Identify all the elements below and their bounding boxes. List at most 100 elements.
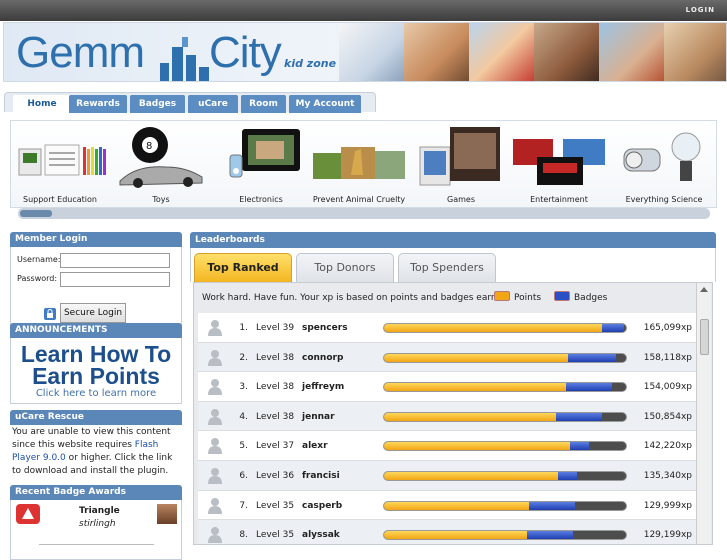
row-xp: 129,999xp [643,500,692,511]
table-row[interactable]: 7. Level 35 casperb 129,999xp [198,490,698,521]
table-row[interactable]: 1. Level 39 spencers 165,099xp [198,313,698,343]
points-fill [384,531,527,540]
username-label: Username: [17,255,61,264]
svg-text:8: 8 [146,141,152,152]
badges-fill [558,471,577,480]
leaderboard-intro: Work hard. Have fun. Your xp is based on… [202,293,511,303]
xp-bar [383,500,627,511]
top-bar: LOGIN [0,0,727,21]
table-row[interactable]: 3. Level 38 jeffreym 154,009xp [198,372,698,402]
row-username[interactable]: spencers [302,323,348,333]
header-photo-strip [339,23,726,81]
badges-fill [529,501,575,510]
row-xp: 150,854xp [643,411,692,422]
points-fill [384,442,570,451]
row-rank: 4. [239,411,248,422]
category-scrollbar[interactable] [18,208,710,219]
category-entertainment[interactable]: Entertainment [511,125,607,204]
secure-login-button[interactable]: Secure Login [60,303,126,323]
category-support-education[interactable]: Support Education [17,125,106,204]
row-username[interactable]: casperb [302,501,342,511]
row-xp: 165,099xp [643,323,692,333]
login-link[interactable]: LOGIN [686,6,715,14]
leaderboard-scrollbar[interactable] [696,283,711,544]
category-scroll-thumb[interactable] [20,210,52,217]
category-everything-science[interactable]: Everything Science [616,125,712,204]
row-rank: 1. [239,323,248,333]
announcements-panel: ANNOUNCEMENTS Learn How To Earn Points C… [10,323,182,404]
kidzone-tag: kid zone [284,57,337,70]
username-input[interactable] [60,253,170,268]
learn-headline-2: Earn Points [32,363,160,389]
tab-room[interactable]: Room [241,95,286,113]
table-row[interactable]: 2. Level 38 connorp 158,118xp [198,342,698,373]
badge-user[interactable]: stirlingh [79,519,116,529]
tab-home[interactable]: Home [13,95,71,113]
learn-more-link[interactable]: Click here to learn more [11,387,181,399]
category-games[interactable]: Games [416,125,506,204]
row-xp: 158,118xp [643,352,692,363]
row-level: Level 38 [256,382,295,393]
user-silhouette-icon [208,438,222,455]
learn-headline-1: Learn How To [20,341,172,367]
table-row[interactable]: 4. Level 38 jennar 150,854xp [198,401,698,432]
row-level: Level 38 [256,352,295,363]
site-logo[interactable]: Gemm City [16,29,282,81]
row-level: Level 35 [256,500,295,511]
lock-icon [44,308,56,320]
user-silhouette-icon [208,467,222,484]
category-toys[interactable]: 8 Toys [116,125,206,204]
user-silhouette-icon [208,527,222,544]
row-xp: 129,199xp [643,530,692,541]
ucare-title: uCare Rescue [10,410,182,425]
table-row[interactable]: 8. Level 35 alyssak 129,199xp [198,520,698,544]
city-skyline-icon [160,37,209,81]
user-silhouette-icon [208,320,222,336]
category-prevent-animal-cruelty[interactable]: Prevent Animal Cruelty [311,125,407,204]
site-header: Gemm City kid zone [3,22,727,82]
tab-ucare[interactable]: uCare [188,95,238,113]
row-username[interactable]: alexr [302,441,328,451]
category-electronics[interactable]: Electronics [216,125,306,204]
tab-badges[interactable]: Badges [130,95,185,113]
tab-top-spenders[interactable]: Top Spenders [398,253,496,282]
xp-bar [383,352,627,363]
row-level: Level 36 [256,470,295,481]
row-rank: 2. [239,352,248,363]
leaderboard-scroll-thumb[interactable] [700,319,709,355]
animal-icon [313,147,405,179]
tab-top-ranked[interactable]: Top Ranked [194,253,292,282]
row-rank: 8. [239,530,248,541]
row-rank: 7. [239,500,248,511]
badges-fill [570,442,589,451]
points-fill [384,324,602,332]
badges-fill [527,531,573,540]
tab-top-donors[interactable]: Top Donors [296,253,394,282]
row-rank: 3. [239,382,248,393]
table-row[interactable]: 6. Level 36 francisi 135,340xp [198,460,698,491]
row-xp: 142,220xp [643,441,692,452]
points-legend-label: Points [514,293,542,303]
row-username[interactable]: jeffreym [302,382,344,392]
password-input[interactable] [60,272,170,287]
main-nav: Home Rewards Badges uCare Room My Accoun… [4,92,376,113]
badges-legend-label: Badges [574,293,608,303]
badges-fill [566,383,612,392]
row-username[interactable]: francisi [302,471,340,481]
ucare-message: You are unable to view this content sinc… [10,425,182,491]
row-username[interactable]: jennar [302,412,335,422]
row-username[interactable]: connorp [302,353,343,363]
table-row[interactable]: 5. Level 37 alexr 142,220xp [198,431,698,461]
scroll-up-icon[interactable] [699,285,709,293]
logo-text-city: City [209,28,282,77]
recent-badges-title: Recent Badge Awards [10,485,182,500]
user-silhouette-icon [208,497,222,514]
tab-rewards[interactable]: Rewards [69,95,127,113]
learn-points-banner[interactable]: Learn How To Earn Points Click here to l… [10,338,182,404]
row-username[interactable]: alyssak [302,530,340,540]
leaderboards-title: Leaderboards [190,232,716,248]
avatar[interactable] [157,504,177,524]
badges-legend-swatch [554,291,570,301]
tab-my-account[interactable]: My Account [289,95,361,113]
points-fill [384,383,566,392]
